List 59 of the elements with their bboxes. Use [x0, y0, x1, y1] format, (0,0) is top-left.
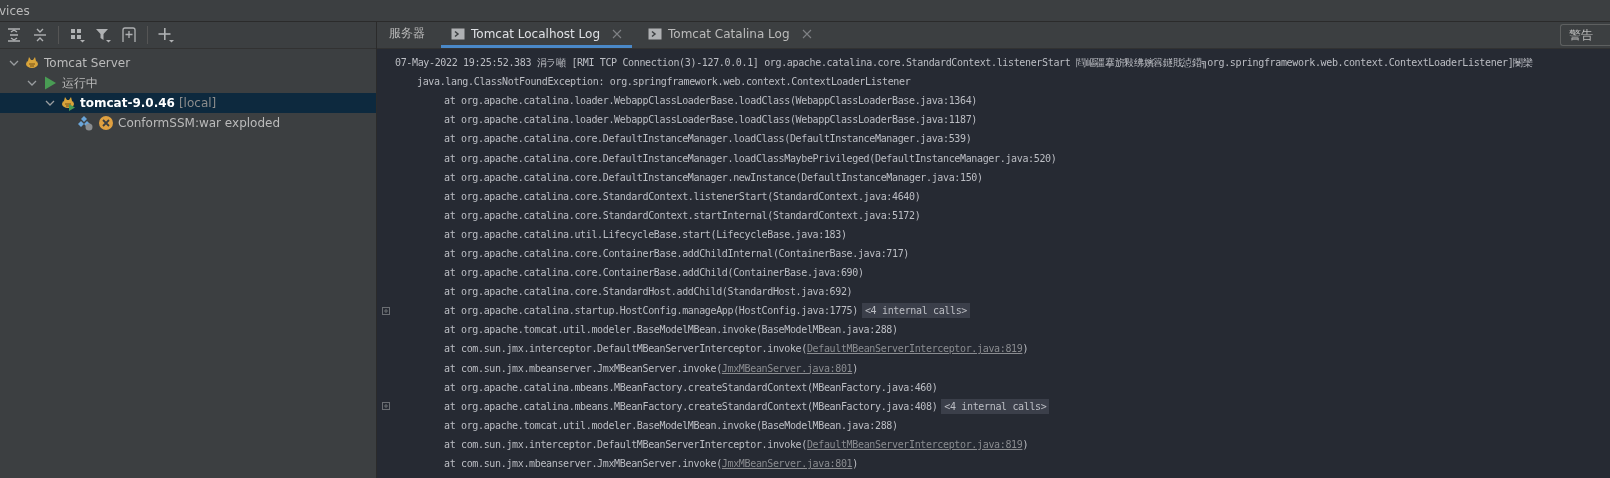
log-line: at org.apache.tomcat.util.modeler.BaseModelMBean.invoke(BaseModelMBean.java:288) — [444, 324, 898, 336]
internal-calls-chip[interactable]: <4 internal calls> — [861, 303, 971, 319]
console-icon — [648, 26, 663, 41]
artifact-icon — [78, 115, 94, 131]
level-dropdown[interactable]: 警告 — [1560, 24, 1610, 46]
source-link[interactable]: JmxMBeanServer.java:801 — [721, 362, 853, 374]
tree-row[interactable]: 运行中 — [0, 73, 376, 93]
log-line: at org.apache.catalina.core.StandardContext.startInternal(StandardContext.java:5172) — [444, 209, 921, 221]
error-icon — [98, 115, 114, 131]
expand-icon[interactable] — [382, 402, 390, 411]
close-icon[interactable] — [612, 28, 623, 39]
log-line: at com.sun.jmx.interceptor.DefaultMBeanServerInterceptor.invoke(DefaultMBeanServerInterceptor.java:819) — [444, 438, 1029, 450]
tree-label-suffix: [local] — [178, 96, 217, 110]
tab[interactable]: Tomcat Catalina Log — [638, 22, 822, 48]
tree-label: ConformSSM:war exploded — [118, 116, 281, 130]
log-line: at org.apache.tomcat.util.modeler.BaseModelMBean.invoke(BaseModelMBean.java:288) — [444, 419, 898, 431]
close-icon[interactable] — [801, 28, 812, 39]
source-link[interactable]: JmxMBeanServer.java:801 — [721, 458, 853, 469]
tree-row[interactable]: Tomcat Server — [0, 53, 376, 73]
tab[interactable]: 服务器 — [379, 22, 435, 48]
log-line: at com.sun.jmx.mbeanserver.JmxMBeanServer.invoke(JmxMBeanServer.java:801) — [444, 362, 858, 374]
filter-icon[interactable] — [95, 27, 111, 43]
cat-icon — [24, 55, 40, 71]
expand-icon[interactable] — [382, 306, 390, 315]
log-line: at org.apache.catalina.core.ContainerBase.addChild(ContainerBase.java:690) — [444, 267, 864, 279]
log-line: at org.apache.catalina.loader.WebappClassLoaderBase.loadClass(WebappClassLoaderBase.java:1187) — [444, 114, 978, 126]
cat-run-icon — [60, 95, 76, 111]
log-line: at org.apache.catalina.core.StandardHost.addChild(StandardHost.java:692) — [444, 286, 853, 298]
source-link[interactable]: DefaultMBeanServerInterceptor.java:819 — [806, 343, 1023, 355]
group-icon[interactable] — [69, 27, 85, 43]
tree-label: tomcat-9.0.46 — [80, 96, 175, 110]
log-line: at org.apache.catalina.loader.WebappClassLoaderBase.loadClass(WebappClassLoaderBase.java:1364) — [444, 95, 978, 107]
add-icon[interactable] — [158, 27, 174, 43]
log-line: at org.apache.catalina.core.StandardContext.listenerStart(StandardContext.java:4640) — [444, 190, 921, 202]
tree-label: 运行中 — [62, 74, 98, 92]
run-icon — [42, 75, 58, 91]
tree-label: Tomcat Server — [44, 56, 131, 70]
tree-row[interactable]: tomcat-9.0.46 [local] — [0, 93, 376, 113]
log-line: at com.sun.jmx.interceptor.DefaultMBeanServerInterceptor.invoke(DefaultMBeanServerInterceptor.java:819) — [444, 343, 1029, 355]
log-line: at org.apache.catalina.startup.HostConfig.manageApp(HostConfig.java:1775) — [444, 305, 858, 317]
log-line: 07-May-2022 19:25:52.383 涓ラ噸 [RMI TCP Connection(3)-127.0.0.1] org.apache.catalina.core.StandardContext.listenerStart 閰嶇疆搴旂敤绋嬪簭鐩戝惉鍣╗org.springframework.web.context.ContextLoaderListener]閿欒 — [395, 55, 1533, 70]
internal-calls-chip[interactable]: <4 internal calls> — [941, 398, 1050, 414]
log-line: at org.apache.catalina.core.DefaultInstanceManager.newInstance(DefaultInstanceManager.java:150) — [444, 171, 983, 183]
source-link[interactable]: DefaultMBeanServerInterceptor.java:819 — [806, 438, 1023, 450]
log-line: at org.apache.catalina.core.ContainerBase.addChildInternal(ContainerBase.java:717) — [444, 248, 909, 259]
log-line: at org.apache.catalina.mbeans.MBeanFactory.createStandardContext(MBeanFactory.java:460) — [444, 381, 938, 393]
tree-row[interactable]: ConformSSM:war exploded — [0, 113, 376, 133]
console-icon — [451, 26, 465, 41]
add-frame-icon[interactable] — [121, 27, 137, 43]
panel-title: vices — [0, 3, 30, 18]
log-line: at org.apache.catalina.core.DefaultInstanceManager.loadClassMaybePrivileged(DefaultInstanceManager.java:520) — [444, 152, 1057, 164]
expand-all-icon[interactable] — [6, 27, 22, 43]
log-line: java.lang.ClassNotFoundException: org.springframework.web.context.ContextLoaderListener — [417, 76, 911, 88]
tab[interactable]: Tomcat Localhost Log — [441, 22, 633, 48]
log-line: at org.apache.catalina.mbeans.MBeanFactory.createStandardContext(MBeanFactory.java:408) — [444, 400, 938, 412]
log-line: at org.apache.catalina.core.DefaultInstanceManager.loadClass(DefaultInstanceManager.java:539) — [444, 133, 972, 145]
log-line: at org.apache.catalina.util.LifecycleBase.start(LifecycleBase.java:183) — [444, 228, 847, 240]
collapse-all-icon[interactable] — [32, 27, 48, 43]
log-line: at com.sun.jmx.mbeanserver.JmxMBeanServer.invoke(JmxMBeanServer.java:801) — [444, 458, 858, 469]
